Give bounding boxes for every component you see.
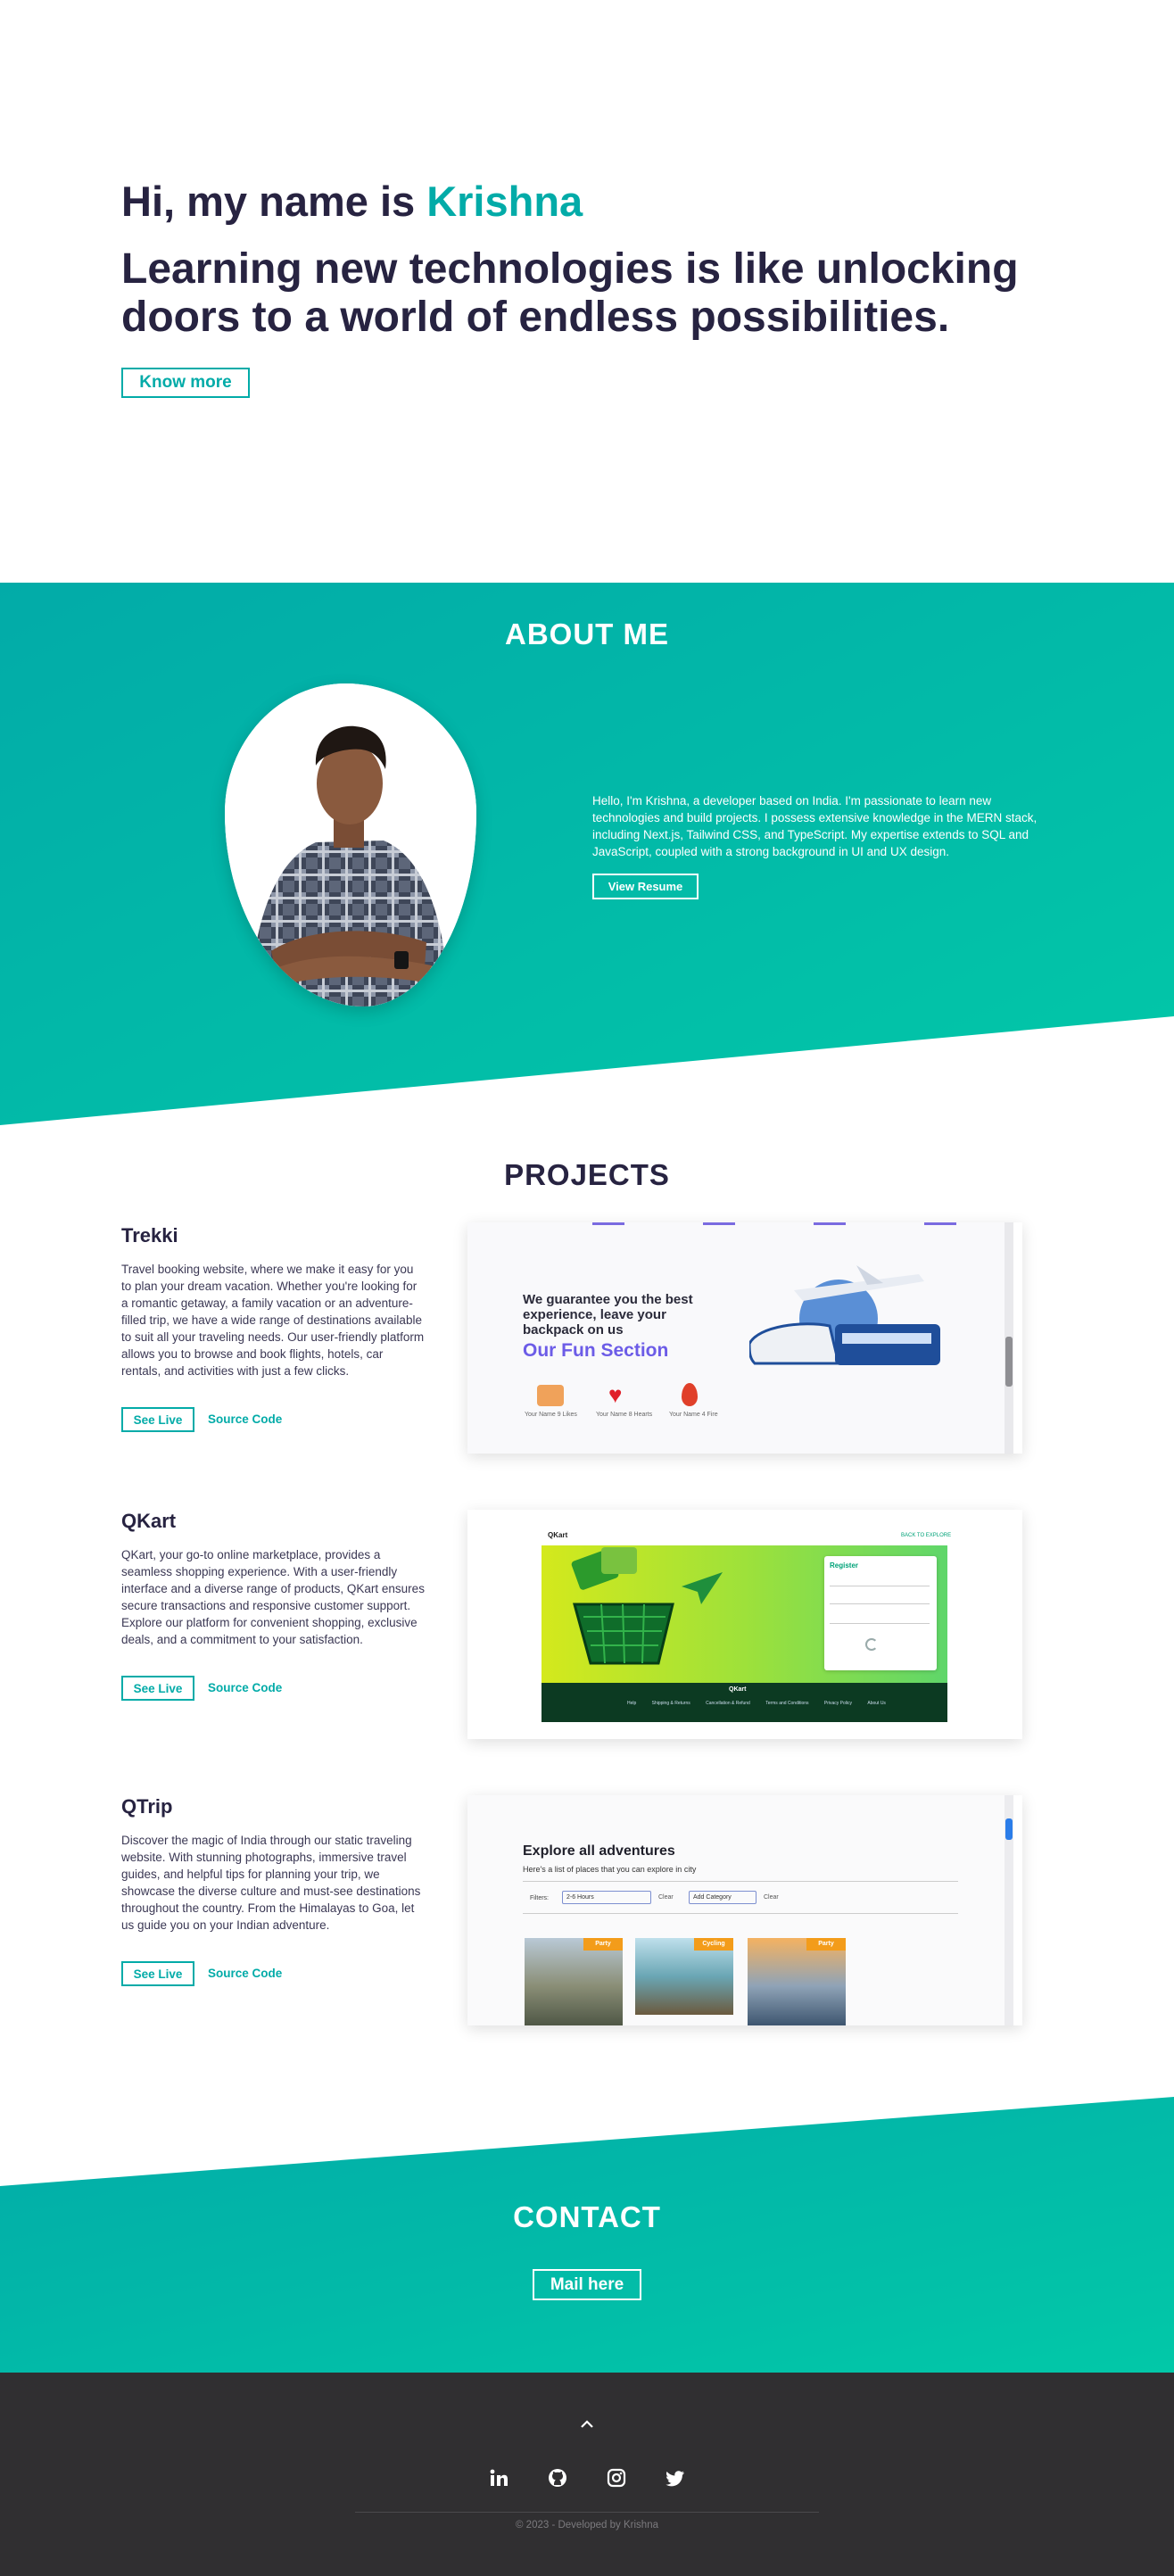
qkart-footer-link: Terms and Conditions [765,1701,809,1706]
clear-duration: Clear [658,1894,674,1901]
password-field [830,1595,930,1604]
project-description-qkart: QKart, your go-to online marketplace, pr… [121,1548,425,1646]
chevron-up-icon[interactable] [574,2414,600,2435]
source-code-link-qkart[interactable]: Source Code [208,1681,282,1694]
qkart-back-link: BACK TO EXPLORE [901,1533,952,1538]
projects-title: PROJECTS [504,1158,670,1191]
footer-copyright: © 2023 - Developed by Krishna [516,2520,658,2530]
qtrip-divider [523,1913,958,1914]
preview-scrollbar-thumb [1005,1818,1013,1840]
shopping-cart-illustration [571,1547,723,1665]
trekki-fun-section: Our Fun Section [523,1340,669,1361]
footer-divider [355,2512,819,2513]
footer [0,2373,1174,2576]
about-description: Hello, I'm Krishna, a developer based on… [592,794,1038,858]
linkedin-icon[interactable] [484,2463,514,2493]
source-code-link-trekki[interactable]: Source Code [208,1412,282,1426]
see-live-button-trekki[interactable]: See Live [121,1407,194,1432]
contact-section-background [0,2097,1174,2373]
loading-spinner-icon [865,1638,878,1651]
qkart-footer-link: About Us [867,1701,886,1706]
fire-icon [682,1383,698,1406]
qtrip-subheading: Here's a list of places that you can exp… [523,1865,697,1874]
mail-here-button[interactable]: Mail here [533,2269,641,2300]
clear-category: Clear [764,1894,779,1901]
view-resume-button[interactable]: View Resume [592,874,699,899]
hero-tagline: Learning new technologies is like unlock… [121,245,1019,341]
hero-greeting: Hi, my name is Krishna [121,177,583,226]
qkart-footer-link: Shipping & Returns [651,1701,690,1706]
trekki-stat: Your Name 8 Hearts [596,1412,653,1418]
nav-tab-marker [924,1222,956,1225]
project-description-trekki: Travel booking website, where we make it… [121,1263,425,1378]
source-code-link-qtrip[interactable]: Source Code [208,1967,282,1980]
card-category-badge: Party [806,1938,846,1951]
travel-vehicles-illustration [749,1265,940,1365]
qtrip-heading: Explore all adventures [523,1843,675,1859]
category-select: Add Category [689,1891,756,1904]
adventure-card: Cycling [635,1938,733,2015]
qkart-footer-link: Help [627,1701,637,1706]
twitter-icon[interactable] [660,2463,690,2493]
qkart-footer-link: Privacy Policy [823,1701,853,1706]
card-category-badge: Cycling [694,1938,733,1951]
confirm-password-field [830,1615,930,1624]
contact-title: CONTACT [513,2200,661,2233]
qkart-footer-logo: QKart [729,1686,747,1693]
qkart-footer: QKart Help Shipping & Returns Cancellati… [542,1683,947,1722]
qkart-logo: QKart [548,1531,568,1539]
project-title-qkart: QKart [121,1510,177,1532]
like-icon [537,1385,564,1406]
duration-select: 2-6 Hours [562,1891,651,1904]
nav-tab-marker [592,1222,624,1225]
project-screenshot-qkart[interactable]: QKart BACK TO EXPLORE Register QKart Hel… [467,1510,1022,1739]
project-screenshot-qtrip[interactable]: Explore all adventures Here's a list of … [467,1795,1022,2025]
qkart-register-card: Register [824,1556,937,1670]
card-category-badge: Party [583,1938,623,1951]
preview-scrollbar-thumb [1005,1337,1013,1387]
trekki-headline: We guarantee you the best experience, le… [523,1292,693,1338]
instagram-icon[interactable] [601,2463,632,2493]
qtrip-filters-label: Filters: [530,1895,549,1901]
see-live-button-qtrip[interactable]: See Live [121,1961,194,1986]
nav-tab-marker [703,1222,735,1225]
greeting-prefix: Hi, my name is [121,178,427,225]
trekki-stat: Your Name 9 Likes [525,1412,577,1418]
see-live-button-qkart[interactable]: See Live [121,1676,194,1701]
know-more-button[interactable]: Know more [121,368,250,398]
qtrip-divider [523,1881,958,1882]
project-description-qtrip: Discover the magic of India through our … [121,1834,421,1932]
register-heading: Register [830,1561,859,1570]
qkart-footer-links: Help Shipping & Returns Cancellation & R… [627,1701,886,1706]
adventure-card: Party [525,1938,623,2025]
username-field [830,1578,930,1586]
github-icon[interactable] [542,2463,573,2493]
adventure-card: Party [748,1938,846,2025]
project-title-qtrip: QTrip [121,1795,173,1818]
qkart-footer-link: Cancellation & Refund [706,1701,750,1706]
project-title-trekki: Trekki [121,1224,178,1247]
nav-tab-marker [814,1222,846,1225]
about-title: ABOUT ME [505,617,669,650]
heart-icon: ♥ [608,1381,623,1408]
hero-name: Krishna [426,178,583,225]
project-screenshot-trekki[interactable]: We guarantee you the best experience, le… [467,1222,1022,1454]
trekki-stat: Your Name 4 Fire [669,1412,718,1418]
